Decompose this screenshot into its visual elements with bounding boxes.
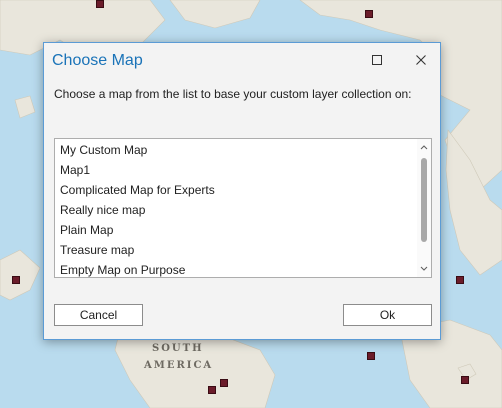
maximize-button[interactable] bbox=[362, 49, 392, 71]
scroll-down-button[interactable] bbox=[417, 262, 431, 276]
list-scrollbar[interactable] bbox=[417, 139, 431, 277]
chevron-down-icon bbox=[420, 266, 428, 271]
chevron-up-icon bbox=[420, 145, 428, 150]
scroll-up-button[interactable] bbox=[417, 140, 431, 154]
maximize-icon bbox=[372, 55, 382, 65]
map-marker[interactable] bbox=[96, 0, 104, 8]
map-list[interactable]: My Custom Map Map1 Complicated Map for E… bbox=[54, 138, 432, 278]
ok-button[interactable]: Ok bbox=[343, 304, 432, 326]
cancel-button[interactable]: Cancel bbox=[54, 304, 143, 326]
map-marker[interactable] bbox=[220, 379, 228, 387]
map-marker[interactable] bbox=[456, 276, 464, 284]
map-marker[interactable] bbox=[12, 276, 20, 284]
close-icon bbox=[416, 55, 426, 65]
close-button[interactable] bbox=[406, 49, 436, 71]
choose-map-dialog: Choose Map Choose a map from the list to… bbox=[43, 42, 441, 340]
list-item[interactable]: My Custom Map bbox=[55, 140, 417, 160]
dialog-title: Choose Map bbox=[52, 52, 143, 69]
list-item[interactable]: Treasure map bbox=[55, 240, 417, 260]
map-marker[interactable] bbox=[365, 10, 373, 18]
map-label-america: AMERICA bbox=[144, 360, 214, 371]
list-item[interactable]: Empty Map on Purpose bbox=[55, 260, 417, 277]
dialog-prompt: Choose a map from the list to base your … bbox=[54, 87, 412, 101]
list-item[interactable]: Map1 bbox=[55, 160, 417, 180]
map-marker[interactable] bbox=[461, 376, 469, 384]
list-item[interactable]: Plain Map bbox=[55, 220, 417, 240]
title-bar[interactable]: Choose Map bbox=[44, 43, 440, 79]
map-label-south: SOUTH bbox=[152, 343, 204, 354]
scroll-thumb[interactable] bbox=[421, 158, 427, 242]
list-item[interactable]: Really nice map bbox=[55, 200, 417, 220]
list-item[interactable]: Complicated Map for Experts bbox=[55, 180, 417, 200]
map-marker[interactable] bbox=[208, 386, 216, 394]
map-marker[interactable] bbox=[367, 352, 375, 360]
